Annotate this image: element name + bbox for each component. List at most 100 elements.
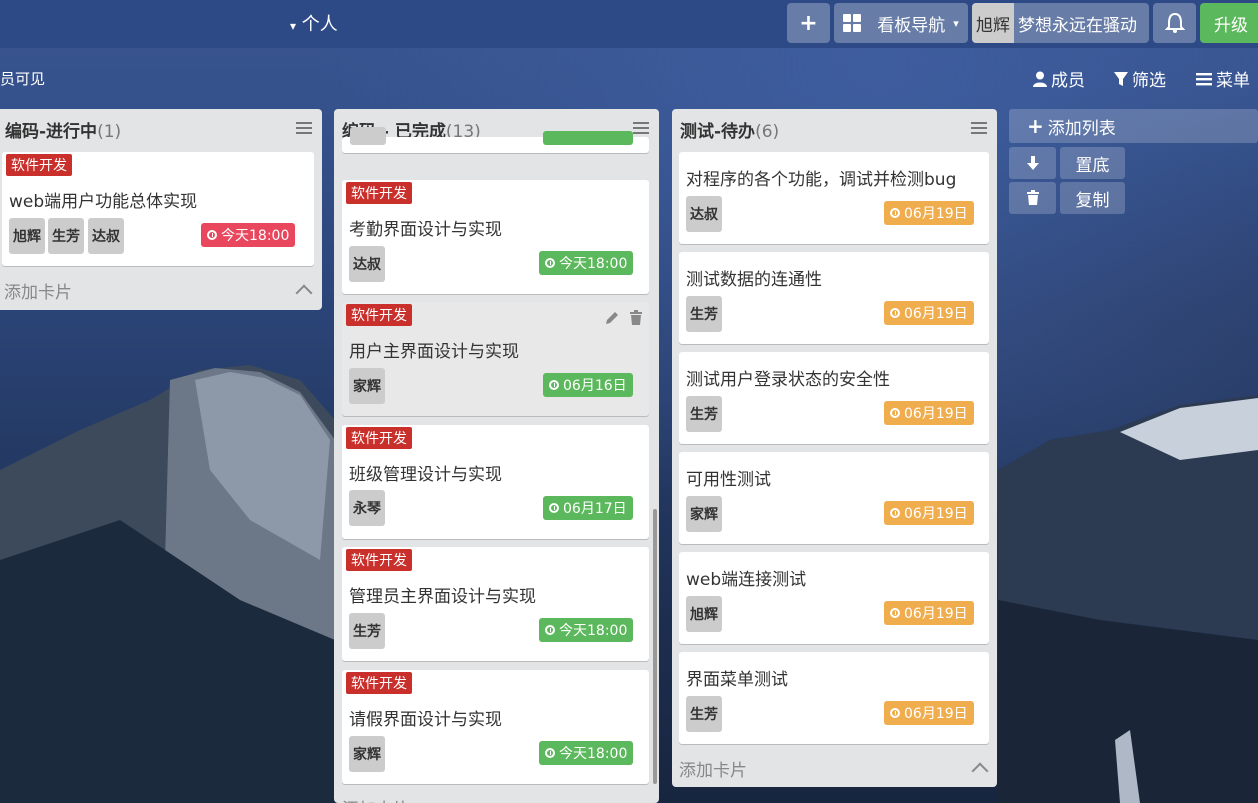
card-member[interactable]: 家辉 [349,736,385,772]
pencil-icon[interactable] [604,310,620,326]
members-button[interactable]: 成员 [1033,66,1085,91]
card-member[interactable]: 生芳 [48,218,84,254]
card-member[interactable]: 生芳 [686,296,722,332]
clock-icon [207,230,217,240]
filter-label: 筛选 [1132,71,1166,91]
add-list-button[interactable]: + 添加列表 [1009,109,1258,143]
clock-icon [549,380,559,390]
add-card-button[interactable]: 添加卡片 [342,795,410,803]
add-button[interactable]: + [787,3,830,43]
card-member[interactable]: 生芳 [349,613,385,649]
clock-icon [545,625,555,635]
to-bottom-button[interactable]: 置底 [1060,147,1125,179]
card-member[interactable]: 生芳 [686,696,722,732]
due-date-badge: 今天18:00 [201,223,296,247]
card-title: 管理员主界面设计与实现 [349,587,536,607]
due-date-badge: 06月19日 [884,401,974,425]
due-date-badge: 今天18:00 [539,618,634,642]
card-label: 软件开发 [346,549,412,571]
user-avatar: 旭辉 [972,3,1014,43]
caret-down-icon: ▾ [953,16,959,30]
list-card[interactable]: 可用性测试 家辉 06月19日 [679,452,989,544]
card-member[interactable]: 生芳 [686,396,722,432]
list-title[interactable]: 编码-进行中(1) [5,117,121,142]
add-card-button[interactable]: 添加卡片 [679,756,747,781]
list-card[interactable]: 软件开发 web端用户功能总体实现 旭辉 生芳 达叔 今天18:00 [2,152,314,266]
board-header: 员可见 成员 筛选 菜单 [0,52,1258,102]
list-testing-todo: 测试-待办(6) 对程序的各个功能，调试并检测bug 达叔 06月19日 测试数… [672,109,997,787]
card-title: 测试数据的连通性 [686,270,822,290]
clock-icon [890,208,900,218]
list-card[interactable]: 软件开发 请假界面设计与实现 家辉 今天18:00 [342,670,649,784]
card-member[interactable]: 达叔 [88,218,124,254]
list-coding-done: 编码 - 已完成(13) 软件开发 考勤界面设计与实现 达叔 今天18:00 软… [334,109,659,803]
due-date-badge: 今天18:00 [539,251,634,275]
notifications-button[interactable] [1153,3,1196,43]
list-menu-icon[interactable] [971,122,987,137]
filter-icon [1114,71,1128,86]
list-menu-icon[interactable] [633,122,649,137]
card-title: 可用性测试 [686,470,771,490]
card-member[interactable]: 达叔 [349,246,385,282]
due-date-badge: 06月19日 [884,301,974,325]
list-card[interactable]: 对程序的各个功能，调试并检测bug 达叔 06月19日 [679,152,989,244]
card-title: 对程序的各个功能，调试并检测bug [686,170,957,190]
board-nav-button[interactable]: 看板导航 ▾ [834,3,968,43]
card-title: 班级管理设计与实现 [349,465,502,485]
due-date-badge: 06月17日 [543,496,633,520]
list-card[interactable]: 测试用户登录状态的安全性 生芳 06月19日 [679,352,989,444]
card-label: 软件开发 [346,427,412,449]
card-member[interactable]: 家辉 [686,496,722,532]
clock-icon [890,308,900,318]
list-card[interactable]: 软件开发 用户主界面设计与实现 家辉 06月16日 [342,302,649,416]
card-label: 软件开发 [346,182,412,204]
list-title[interactable]: 测试-待办(6) [680,117,779,142]
list-card[interactable]: 软件开发 管理员主界面设计与实现 生芳 今天18:00 [342,547,649,661]
list-card[interactable] [342,127,649,153]
menu-icon [1196,72,1212,85]
copy-icon-button[interactable] [1009,182,1056,214]
list-card[interactable]: 软件开发 考勤界面设计与实现 达叔 今天18:00 [342,180,649,294]
board-switcher[interactable]: ▾ 个人 [290,10,338,36]
card-title: 界面菜单测试 [686,670,788,690]
card-title: 考勤界面设计与实现 [349,220,502,240]
list-menu-icon[interactable] [296,122,312,137]
add-card-button[interactable]: 添加卡片 [4,278,72,303]
clock-icon [545,258,555,268]
list-card[interactable]: 界面菜单测试 生芳 06月19日 [679,652,989,744]
collapse-icon[interactable] [971,762,989,780]
card-member[interactable]: 旭辉 [686,596,722,632]
card-member[interactable]: 永琴 [349,490,385,526]
top-bar: ▾ 个人 + 看板导航 ▾ 旭辉 梦想永远在骚动 升级 [0,0,1258,48]
to-bottom-icon-button[interactable] [1009,147,1056,179]
list-card[interactable]: 软件开发 班级管理设计与实现 永琴 06月17日 [342,425,649,539]
list-card[interactable]: 测试数据的连通性 生芳 06月19日 [679,252,989,344]
card-member[interactable]: 旭辉 [9,218,45,254]
clock-icon [890,708,900,718]
trash-icon[interactable] [629,310,643,326]
due-date-badge: 06月19日 [884,201,974,225]
card-member [350,127,386,145]
due-date-badge [543,131,633,145]
due-date-badge: 06月19日 [884,601,974,625]
clock-icon [890,608,900,618]
menu-button[interactable]: 菜单 [1196,66,1250,91]
copy-button[interactable]: 复制 [1060,182,1125,214]
card-title: 用户主界面设计与实现 [349,342,519,362]
due-date-badge: 06月19日 [884,501,974,525]
collapse-icon[interactable] [295,284,313,302]
upgrade-button[interactable]: 升级 [1200,3,1258,43]
filter-button[interactable]: 筛选 [1114,66,1166,91]
list-scrollbar[interactable] [653,509,657,784]
list-coding-in-progress: 编码-进行中(1) 软件开发 web端用户功能总体实现 旭辉 生芳 达叔 今天1… [0,109,322,310]
grid-icon [843,14,862,32]
card-member[interactable]: 达叔 [686,196,722,232]
card-label: 软件开发 [6,154,72,176]
card-label: 软件开发 [346,672,412,694]
user-button[interactable]: 旭辉 梦想永远在骚动 [972,3,1149,43]
list-card[interactable]: web端连接测试 旭辉 06月19日 [679,552,989,644]
visibility-label[interactable]: 员可见 [0,68,45,89]
card-member[interactable]: 家辉 [349,368,385,404]
list-count: (6) [755,122,780,142]
card-label: 软件开发 [346,304,412,326]
